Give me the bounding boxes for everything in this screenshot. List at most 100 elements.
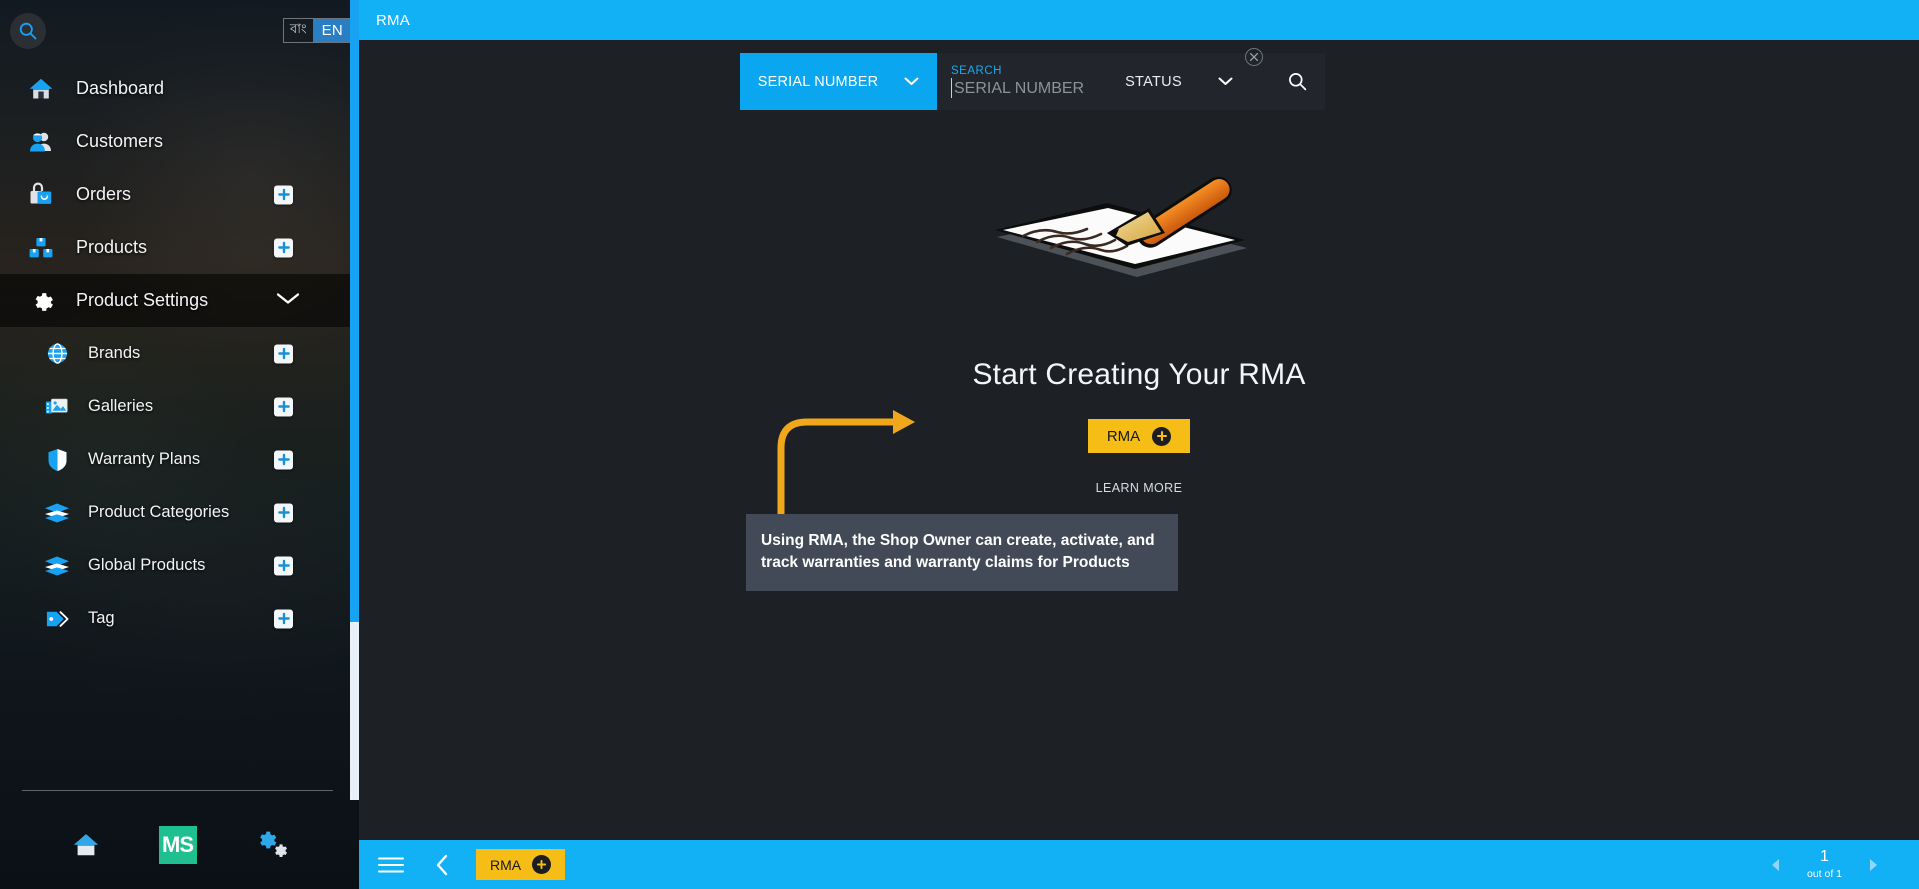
sidebar-add-warranty-plans-button[interactable] xyxy=(274,450,293,469)
bottom-create-rma-label: RMA xyxy=(490,856,522,873)
back-button[interactable] xyxy=(434,853,450,877)
sidebar-item-products[interactable]: Products xyxy=(0,221,350,274)
info-tooltip: Using RMA, the Shop Owner can create, ac… xyxy=(746,514,1178,591)
sidebar-add-orders-button[interactable] xyxy=(274,185,293,204)
pagination: 1 out of 1 xyxy=(1730,840,1919,889)
hamburger-icon xyxy=(378,857,404,872)
pagination-next-button[interactable] xyxy=(1868,858,1878,872)
search-field-dropdown[interactable]: SERIAL NUMBER xyxy=(740,53,937,110)
plus-icon xyxy=(277,612,290,625)
sidebar-add-tag-button[interactable] xyxy=(274,609,293,628)
layers-icon xyxy=(42,498,72,528)
orders-bag-icon xyxy=(24,178,58,212)
sidebar-item-label: Tag xyxy=(88,609,115,627)
sidebar-item-label: Orders xyxy=(76,184,132,204)
triangle-right-icon xyxy=(1870,858,1878,871)
home-icon xyxy=(24,72,58,106)
chevron-down-icon xyxy=(904,73,919,91)
chevron-down-icon[interactable] xyxy=(276,291,300,310)
sidebar-top-area: বাং EN xyxy=(0,0,359,62)
create-rma-button-label: RMA xyxy=(1106,427,1141,445)
layers-icon xyxy=(42,551,72,581)
sidebar-item-global-products[interactable]: Global Products xyxy=(0,539,350,592)
learn-more-link[interactable]: LEARN MORE xyxy=(1096,481,1183,495)
sidebar-add-brands-button[interactable] xyxy=(274,344,293,363)
pagination-total: out of 1 xyxy=(1806,867,1843,880)
sidebar-item-warranty-plans[interactable]: Warranty Plans xyxy=(0,433,350,486)
sidebar-item-label: Brands xyxy=(88,344,141,362)
filter-bar: SERIAL NUMBER SEARCH SERIAL NUMBER STATU… xyxy=(359,40,1919,115)
page-title: RMA xyxy=(376,11,410,29)
sidebar-item-tag[interactable]: Tag xyxy=(0,592,350,645)
menu-toggle-button[interactable] xyxy=(378,856,404,874)
sidebar-item-label: Products xyxy=(76,237,148,257)
sidebar-divider xyxy=(22,790,333,791)
sidebar-item-brands[interactable]: Brands xyxy=(0,327,350,380)
pagination-status: 1 out of 1 xyxy=(1806,848,1843,880)
footer-settings-button[interactable] xyxy=(255,830,289,860)
sidebar-item-label: Product Settings xyxy=(76,290,209,310)
sidebar-add-global-products-button[interactable] xyxy=(274,556,293,575)
status-dropdown-value: STATUS xyxy=(1125,73,1182,90)
sidebar-item-galleries[interactable]: Galleries xyxy=(0,380,350,433)
status-dropdown[interactable]: STATUS xyxy=(1099,53,1259,110)
sidebar-item-orders[interactable]: Orders xyxy=(0,168,350,221)
sidebar-add-product-categories-button[interactable] xyxy=(274,503,293,522)
search-submit-button[interactable] xyxy=(1269,71,1325,92)
sidebar-item-product-settings[interactable]: Product Settings xyxy=(0,274,350,327)
plus-icon xyxy=(277,506,290,519)
sidebar-item-label: Customers xyxy=(76,131,164,151)
close-icon xyxy=(1249,52,1259,62)
sidebar-item-label: Product Categories xyxy=(88,503,230,521)
language-toggle[interactable]: বাং EN xyxy=(283,18,354,43)
info-tooltip-text: Using RMA, the Shop Owner can create, ac… xyxy=(761,532,1155,571)
gears-icon xyxy=(259,831,287,857)
empty-state: Start Creating Your RMA RMA LEARN MORE xyxy=(359,115,1919,495)
sidebar-item-customers[interactable]: Customers xyxy=(0,115,350,168)
pencil-writing-on-paper-illustration xyxy=(995,176,1247,277)
sidebar-scrollbar-thumb[interactable] xyxy=(350,0,359,622)
search-icon xyxy=(1288,73,1306,91)
plus-icon xyxy=(277,241,290,254)
home-icon xyxy=(73,833,98,855)
tag-icon xyxy=(42,604,72,634)
language-option-bn[interactable]: বাং xyxy=(284,19,313,42)
sidebar-item-product-categories[interactable]: Product Categories xyxy=(0,486,350,539)
sidebar-nav: Dashboard Customers Orders Products Prod… xyxy=(0,62,350,645)
top-header-bar: RMA xyxy=(359,0,1919,40)
chevron-down-icon xyxy=(1218,73,1233,91)
sidebar: বাং EN Dashboard Customers Orders Produc… xyxy=(0,0,359,889)
sidebar-search-button[interactable] xyxy=(10,13,46,49)
chevron-left-icon xyxy=(436,854,448,875)
sidebar-add-products-button[interactable] xyxy=(274,238,293,257)
plus-icon xyxy=(277,347,290,360)
footer-ms-logo-button[interactable]: MS xyxy=(158,825,197,864)
main-content: RMA SERIAL NUMBER SEARCH SERIAL NUMBER S… xyxy=(359,0,1919,889)
bottom-create-rma-button[interactable]: RMA xyxy=(476,849,566,880)
search-icon xyxy=(19,22,37,40)
footer-home-button[interactable] xyxy=(71,831,101,859)
sidebar-item-label: Dashboard xyxy=(76,78,165,98)
bottom-bar: RMA 1 out of 1 xyxy=(359,840,1919,889)
ms-logo: MS xyxy=(158,825,197,864)
sidebar-item-label: Galleries xyxy=(88,397,154,415)
pagination-prev-button[interactable] xyxy=(1771,858,1781,872)
gear-icon xyxy=(24,284,58,318)
plus-icon xyxy=(277,559,290,572)
search-field-dropdown-value: SERIAL NUMBER xyxy=(757,73,879,90)
pagination-current-page: 1 xyxy=(1820,848,1829,866)
application-window: বাং EN Dashboard Customers Orders Produc… xyxy=(0,0,1919,889)
sidebar-scrollbar[interactable] xyxy=(350,0,359,800)
sidebar-item-dashboard[interactable]: Dashboard xyxy=(0,62,350,115)
globe-icon xyxy=(42,339,72,369)
plus-circle-icon xyxy=(1152,426,1172,446)
shield-icon xyxy=(42,445,72,475)
sidebar-add-galleries-button[interactable] xyxy=(274,397,293,416)
filter-close-button[interactable] xyxy=(1245,48,1263,66)
customers-icon xyxy=(24,125,58,159)
language-option-en[interactable]: EN xyxy=(312,19,353,42)
empty-state-title: Start Creating Your RMA xyxy=(972,358,1306,391)
create-rma-button[interactable]: RMA xyxy=(1087,419,1191,453)
plus-icon xyxy=(277,453,290,466)
sidebar-footer: MS xyxy=(0,800,359,889)
